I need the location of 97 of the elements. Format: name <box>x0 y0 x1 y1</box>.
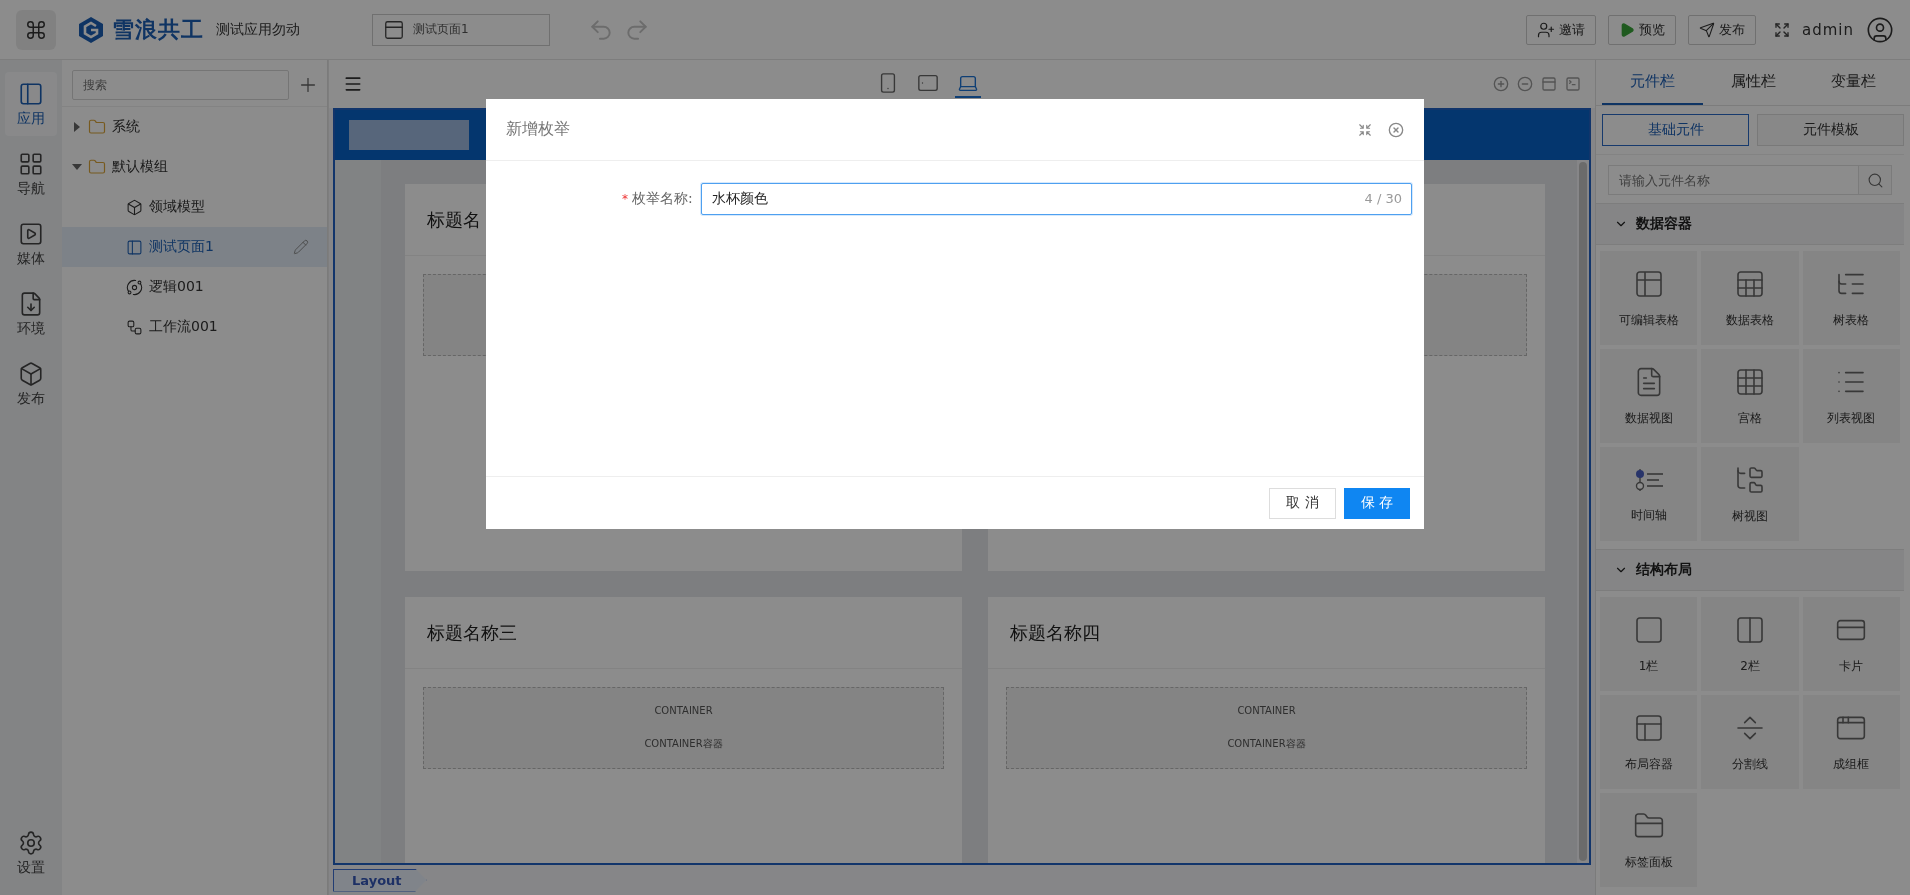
component-tile[interactable]: 宫格 <box>1701 349 1799 444</box>
tree-item-label: 系统 <box>112 118 141 136</box>
user-name[interactable]: admin <box>1802 20 1854 39</box>
search-field[interactable]: 搜索 <box>72 70 289 100</box>
cancel-button[interactable]: 取 消 <box>1269 487 1336 519</box>
page-icon <box>383 18 405 41</box>
rail-item[interactable]: 发布 <box>5 352 57 416</box>
media-icon <box>18 220 44 247</box>
component-tile[interactable]: 列表视图 <box>1802 349 1900 444</box>
app-menu-button[interactable] <box>16 9 56 50</box>
menu-icon[interactable] <box>343 74 363 94</box>
scrollbar[interactable] <box>1579 162 1587 861</box>
shrink-icon[interactable] <box>1358 122 1372 137</box>
zoom-in-icon[interactable] <box>1493 76 1509 92</box>
search-icon <box>1866 171 1884 189</box>
component-tile[interactable]: 1栏 <box>1600 597 1698 691</box>
frame-icon[interactable] <box>1541 76 1557 92</box>
logo-text: 雪浪共工 <box>112 15 204 44</box>
breadcrumb[interactable]: Layout <box>333 868 427 892</box>
tree-item-label: 逻辑001 <box>149 278 205 296</box>
container-label: CONTAINER容器 <box>644 737 723 752</box>
rail-item[interactable]: 环境 <box>5 282 57 346</box>
save-button[interactable]: 保 存 <box>1343 487 1410 519</box>
tree-item-label: 领域模型 <box>149 198 206 216</box>
zoom-out-icon[interactable] <box>1517 76 1533 92</box>
invite-button[interactable]: 邀请 <box>1526 14 1596 45</box>
caret-right-icon[interactable] <box>72 122 82 132</box>
send-icon <box>1699 21 1715 38</box>
component-tile[interactable]: 卡片 <box>1802 597 1900 691</box>
tree-item-label: 工作流001 <box>149 318 219 336</box>
group-header[interactable]: 数据容器 <box>1596 203 1904 246</box>
rail-item[interactable]: 应用 <box>5 72 57 136</box>
component-tile[interactable]: 树视图 <box>1701 447 1799 542</box>
app-name: 测试应用勿动 <box>216 20 300 39</box>
container-label: CONTAINER容器 <box>1227 737 1306 752</box>
command-icon <box>25 18 47 41</box>
component-tile[interactable]: 数据表格 <box>1701 251 1799 346</box>
tree-item-label: 测试页面1 <box>149 238 215 256</box>
edit-icon[interactable] <box>293 239 309 255</box>
dialog-title: 新增枚举 <box>506 119 571 140</box>
tree-item[interactable]: 系统 <box>62 107 327 147</box>
workflow-icon <box>126 318 143 336</box>
tree-item[interactable]: 工作流001 <box>62 307 327 347</box>
settings-icon <box>18 829 44 856</box>
preview-button[interactable]: 预览 <box>1608 14 1676 45</box>
char-counter: 4 / 30 <box>1364 191 1402 206</box>
rail-item[interactable]: 媒体 <box>5 212 57 276</box>
group-header[interactable]: 结构布局 <box>1596 549 1904 591</box>
card-title: 标题名称三 <box>427 620 517 645</box>
panel-icon <box>18 80 44 107</box>
tree-item[interactable]: 测试页面1 <box>62 227 327 267</box>
component-tile[interactable]: 布局容器 <box>1600 695 1698 789</box>
component-tile[interactable]: 可编辑表格 <box>1600 251 1698 346</box>
rail-item[interactable]: 导航 <box>5 142 57 206</box>
tree-item[interactable]: 默认模组 <box>62 147 327 187</box>
page-selector[interactable]: 测试页面1 <box>372 13 550 46</box>
avatar-icon[interactable] <box>1866 15 1894 44</box>
cube-icon <box>126 198 143 216</box>
component-tile[interactable]: 树表格 <box>1802 251 1900 346</box>
container-label: CONTAINER <box>1237 704 1296 716</box>
panel-tab[interactable]: 变量栏 <box>1803 60 1904 105</box>
close-icon[interactable] <box>1388 121 1404 138</box>
component-tile[interactable]: 标签面板 <box>1600 793 1698 887</box>
play-icon <box>1619 21 1635 38</box>
card-title: 标题名 <box>427 207 481 232</box>
panel-tab[interactable]: 属性栏 <box>1702 60 1804 105</box>
folder-icon <box>88 158 106 176</box>
settings-button[interactable]: 设置 <box>5 821 57 885</box>
component-tile[interactable]: 数据视图 <box>1600 349 1698 444</box>
search-button[interactable] <box>1858 165 1892 196</box>
user-plus-icon <box>1537 20 1555 39</box>
orbit-icon <box>126 278 143 296</box>
component-search-field[interactable]: 请输入元件名称 <box>1608 165 1858 196</box>
grid-icon <box>18 150 44 177</box>
component-tile[interactable]: 成组框 <box>1802 695 1900 789</box>
panel-tab[interactable]: 元件栏 <box>1602 60 1703 105</box>
tree-item-label: 默认模组 <box>112 158 169 176</box>
tree-item[interactable]: 领域模型 <box>62 187 327 227</box>
tree-item[interactable]: 逻辑001 <box>62 267 327 307</box>
logo-icon <box>76 14 106 45</box>
subtab[interactable]: 基础元件 <box>1602 114 1749 146</box>
subtab[interactable]: 元件模板 <box>1757 114 1904 146</box>
publish-button[interactable]: 发布 <box>1688 14 1756 45</box>
tablet-icon <box>917 72 939 94</box>
component-tile[interactable]: 分割线 <box>1701 695 1799 789</box>
terminal-icon[interactable] <box>1565 76 1581 92</box>
container-label: CONTAINER <box>654 704 713 716</box>
component-tile[interactable]: 2栏 <box>1701 597 1799 691</box>
component-tile[interactable]: 时间轴 <box>1600 447 1698 542</box>
cube-icon <box>18 360 44 387</box>
folder-icon <box>88 118 106 136</box>
card-title: 标题名称四 <box>1010 620 1100 645</box>
required-mark: * <box>622 192 628 206</box>
field-label: 枚举名称: <box>632 190 694 208</box>
page-icon <box>126 238 143 256</box>
fullscreen-icon[interactable] <box>1774 21 1790 38</box>
caret-down-icon[interactable] <box>72 162 82 172</box>
